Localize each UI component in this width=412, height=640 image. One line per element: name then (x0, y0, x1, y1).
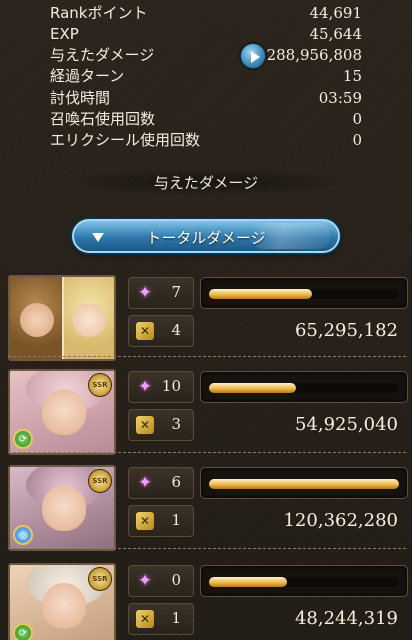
character-row: SSR ⟳ ✦ 0 ✕ 1 48,244,319 (0, 563, 412, 640)
stat-label: EXP (50, 25, 79, 43)
crossed-swords-icon: ✕ (135, 511, 155, 531)
stat-value: 15 (342, 67, 362, 85)
damage-bar (200, 277, 408, 309)
skill-count: 6 (171, 473, 181, 491)
sparkle-icon: ✦ (137, 571, 153, 591)
play-icon[interactable] (240, 43, 266, 69)
divider (8, 356, 406, 357)
stat-turns: 経過ターン 15 (50, 66, 362, 86)
stat-label: 召喚石使用回数 (50, 110, 156, 128)
stat-value: 288,956,808 (266, 46, 362, 64)
skill-count: 10 (161, 377, 181, 395)
skill-count-box: ✦ 0 (128, 565, 194, 597)
stat-value: 44,691 (309, 4, 363, 22)
damage-bar-fill (209, 577, 287, 587)
skill-count-box: ✦ 10 (128, 371, 194, 403)
attack-count-box: ✕ 1 (128, 603, 194, 635)
character-portrait[interactable]: SSR ◎ (8, 465, 116, 551)
sparkle-icon: ✦ (137, 283, 153, 303)
divider (8, 452, 406, 453)
attack-count: 4 (171, 321, 181, 339)
stat-summon-uses: 召喚石使用回数 0 (50, 109, 362, 129)
stat-label: エリクシール使用回数 (50, 131, 201, 149)
skill-count-box: ✦ 7 (128, 277, 194, 309)
attack-count-box: ✕ 4 (128, 315, 194, 347)
wind-element-icon: ⟳ (13, 429, 33, 449)
attack-count-box: ✕ 3 (128, 409, 194, 441)
stat-elixir-uses: エリクシール使用回数 0 (50, 130, 362, 150)
stat-label: Rankポイント (50, 4, 148, 22)
stat-value: 03:59 (318, 89, 362, 107)
section-title: 与えたダメージ (153, 174, 259, 192)
wind-element-icon: ⟳ (13, 623, 33, 640)
stat-label: 経過ターン (50, 67, 125, 85)
stat-value: 0 (352, 110, 362, 128)
character-row: SSR ⟳ ✦ 10 ✕ 3 54,925,040 (0, 369, 412, 457)
stat-label: 与えたダメージ (50, 46, 155, 64)
damage-value: 48,244,319 (294, 608, 398, 629)
skill-count: 7 (171, 283, 181, 301)
battle-stats: Rankポイント 44,691 EXP 45,644 与えたダメージ 288,9… (0, 0, 412, 155)
attack-count: 3 (171, 415, 181, 433)
damage-value: 65,295,182 (294, 320, 398, 341)
damage-bar-fill (209, 289, 312, 299)
divider (8, 548, 406, 549)
attack-count: 1 (171, 511, 181, 529)
character-row: SSR ◎ ✦ 6 ✕ 1 120,362,280 (0, 465, 412, 553)
stat-rank-points: Rankポイント 44,691 (50, 3, 362, 23)
stat-damage-dealt: 与えたダメージ 288,956,808 (50, 45, 362, 65)
ssr-badge: SSR (88, 373, 112, 397)
stat-value: 0 (352, 131, 362, 149)
damage-bar (200, 467, 408, 499)
sparkle-icon: ✦ (137, 473, 153, 493)
stat-exp: EXP 45,644 (50, 24, 362, 44)
dropdown-label: トータルダメージ (146, 229, 266, 247)
ssr-badge: SSR (88, 567, 112, 591)
attack-count-box: ✕ 1 (128, 505, 194, 537)
character-row: ✦ 7 ✕ 4 65,295,182 (0, 275, 412, 363)
stat-label: 討伐時間 (50, 89, 111, 107)
skill-count-box: ✦ 6 (128, 467, 194, 499)
crossed-swords-icon: ✕ (135, 321, 155, 341)
water-element-icon: ◎ (13, 525, 33, 545)
damage-bar (200, 565, 408, 597)
character-portrait[interactable]: SSR ⟳ (8, 563, 116, 640)
damage-value: 54,925,040 (294, 414, 398, 435)
character-portrait[interactable] (8, 275, 116, 361)
crossed-swords-icon: ✕ (135, 609, 155, 629)
stat-time: 討伐時間 03:59 (50, 88, 362, 108)
sparkle-icon: ✦ (137, 377, 153, 397)
stat-value: 45,644 (309, 25, 363, 43)
character-portrait[interactable]: SSR ⟳ (8, 369, 116, 455)
damage-value: 120,362,280 (283, 510, 398, 531)
skill-count: 0 (171, 571, 181, 589)
ssr-badge: SSR (88, 469, 112, 493)
attack-count: 1 (171, 609, 181, 627)
damage-type-dropdown[interactable]: トータルダメージ (72, 219, 340, 253)
damage-bar-fill (209, 383, 297, 393)
crossed-swords-icon: ✕ (135, 415, 155, 435)
damage-bar (200, 371, 408, 403)
damage-bar-fill (209, 479, 399, 489)
